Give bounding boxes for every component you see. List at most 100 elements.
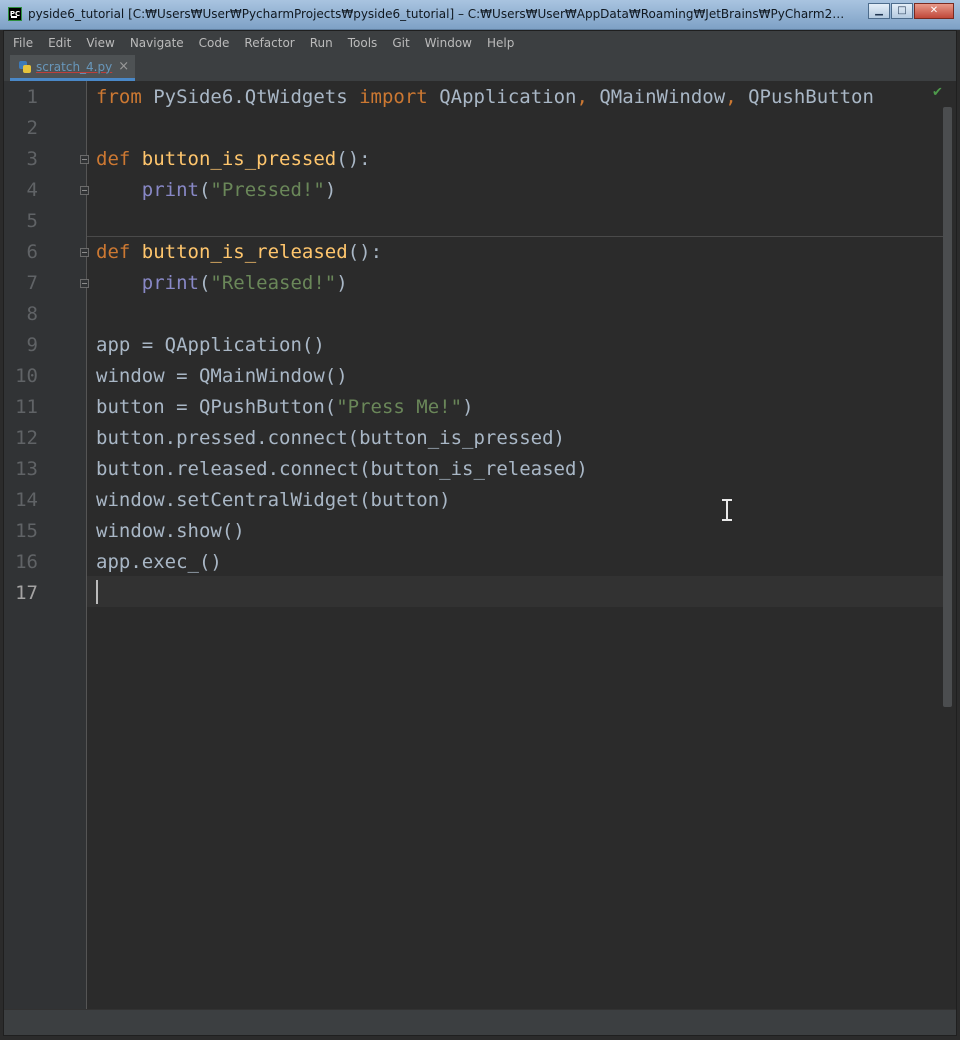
pycharm-app-icon: PC xyxy=(8,7,22,21)
code-editor[interactable]: 1 2 3 4 5 6 7 8 9 10 11 12 13 14 15 16 17 from PySide6.Q… xyxy=(4,81,956,1009)
tab-scratch-4-py[interactable]: scratch_4.py × xyxy=(10,55,136,81)
text-caret xyxy=(96,580,98,604)
fold-marker-icon[interactable] xyxy=(80,279,89,288)
fold-marker-icon[interactable] xyxy=(80,155,89,164)
code-token: print xyxy=(141,272,199,294)
line-number: 7 xyxy=(26,272,38,294)
menu-window[interactable]: Window xyxy=(416,36,478,50)
code-token: ( xyxy=(198,179,211,201)
code-token: (): xyxy=(347,241,383,263)
code-token: window.setCentralWidget(button) xyxy=(96,489,451,511)
code-token: button.pressed.connect(button_is_pressed… xyxy=(96,427,565,449)
line-number: 1 xyxy=(26,86,38,108)
code-token: "Pressed!" xyxy=(210,179,325,201)
code-token: ) xyxy=(336,272,348,294)
line-number: 2 xyxy=(26,117,38,139)
window-controls: ▁ □ ✕ xyxy=(867,3,954,19)
code-line: window.show() xyxy=(96,516,245,547)
code-token: button_is_pressed xyxy=(141,148,337,170)
current-line-highlight xyxy=(87,576,943,607)
code-token: "Released!" xyxy=(210,272,337,294)
code-token: def xyxy=(96,241,131,263)
code-token: QApplication xyxy=(427,86,577,108)
menu-tools[interactable]: Tools xyxy=(339,36,384,50)
code-token: button.released.connect(button_is_releas… xyxy=(96,458,588,480)
menu-code[interactable]: Code xyxy=(190,36,236,50)
code-line: app = QApplication() xyxy=(96,330,325,361)
line-number: 17 xyxy=(15,582,38,604)
code-token: import xyxy=(359,86,428,108)
line-number: 4 xyxy=(26,179,38,201)
line-number: 15 xyxy=(15,520,38,542)
menu-navigate[interactable]: Navigate xyxy=(121,36,190,50)
code-token: def xyxy=(96,148,131,170)
code-line: app.exec_() xyxy=(96,547,222,578)
line-number: 6 xyxy=(26,241,38,263)
code-line: button = QPushButton("Press Me!") xyxy=(96,392,474,423)
editor-tab-bar: scratch_4.py × xyxy=(4,55,956,82)
tab-close-icon[interactable]: × xyxy=(118,59,129,74)
code-line: from PySide6.QtWidgets import QApplicati… xyxy=(96,82,874,113)
menu-edit[interactable]: Edit xyxy=(39,36,77,50)
code-token: "Press Me!" xyxy=(336,396,463,418)
line-number: 5 xyxy=(26,210,38,232)
code-token: , xyxy=(725,86,737,108)
line-number: 10 xyxy=(15,365,38,387)
fold-marker-icon[interactable] xyxy=(80,248,89,257)
line-number: 8 xyxy=(26,303,38,325)
line-number: 14 xyxy=(15,489,38,511)
minimize-button[interactable]: ▁ xyxy=(868,3,890,19)
code-token: print xyxy=(141,179,199,201)
code-token: app.exec_() xyxy=(96,551,222,573)
code-token: ) xyxy=(462,396,474,418)
menu-bar: File Edit View Navigate Code Refactor Run Tools… xyxy=(4,31,956,55)
code-token: (): xyxy=(336,148,371,170)
fold-marker-icon[interactable] xyxy=(80,186,89,195)
window-title: pyside6_tutorial [C:₩Users₩User₩PycharmP… xyxy=(28,7,848,21)
close-button[interactable]: ✕ xyxy=(914,3,954,19)
menu-git[interactable]: Git xyxy=(383,36,415,50)
code-token: window.show() xyxy=(96,520,245,542)
python-file-icon xyxy=(18,60,32,74)
menu-view[interactable]: View xyxy=(77,36,120,50)
code-line: def button_is_released(): xyxy=(96,237,382,268)
code-token: app = QApplication() xyxy=(96,334,325,356)
menu-file[interactable]: File xyxy=(4,36,39,50)
line-number: 13 xyxy=(15,458,38,480)
inspection-ok-check-icon[interactable]: ✔ xyxy=(932,86,944,99)
code-token: button = QPushButton( xyxy=(96,396,337,418)
status-bar xyxy=(4,1009,956,1035)
line-number-gutter[interactable]: 1 2 3 4 5 6 7 8 9 10 11 12 13 14 15 16 17 xyxy=(4,81,89,1009)
tab-label: scratch_4.py xyxy=(36,59,113,74)
code-token: window = QMainWindow() xyxy=(96,365,348,387)
line-number: 9 xyxy=(26,334,38,356)
code-line: window.setCentralWidget(button) xyxy=(96,485,451,516)
code-token: QMainWindow xyxy=(587,86,726,108)
line-number: 3 xyxy=(26,148,38,170)
code-line: button.pressed.connect(button_is_pressed… xyxy=(96,423,565,454)
code-token: from xyxy=(96,86,142,108)
code-token: ) xyxy=(324,179,337,201)
code-token: , xyxy=(576,86,588,108)
code-line: button.released.connect(button_is_releas… xyxy=(96,454,588,485)
code-line: def button_is_pressed(): xyxy=(96,144,371,175)
vertical-scrollbar[interactable] xyxy=(943,107,952,707)
ibeam-cursor-icon xyxy=(722,499,732,521)
menu-run[interactable]: Run xyxy=(301,36,339,50)
ide-main-frame: File Edit View Navigate Code Refactor Run Tools… xyxy=(3,30,957,1036)
maximize-button[interactable]: □ xyxy=(891,3,913,19)
window-titlebar[interactable]: PC pyside6_tutorial [C:₩Users₩User₩Pycha… xyxy=(0,0,960,30)
menu-help[interactable]: Help xyxy=(478,36,520,50)
code-token: QPushButton xyxy=(736,86,874,108)
line-number: 12 xyxy=(15,427,38,449)
menu-refactor[interactable]: Refactor xyxy=(235,36,300,50)
code-line: print("Pressed!") xyxy=(96,175,337,206)
code-token: ( xyxy=(198,272,211,294)
code-token: button_is_released xyxy=(141,241,348,263)
code-line: window = QMainWindow() xyxy=(96,361,348,392)
code-line: print("Released!") xyxy=(96,268,348,299)
